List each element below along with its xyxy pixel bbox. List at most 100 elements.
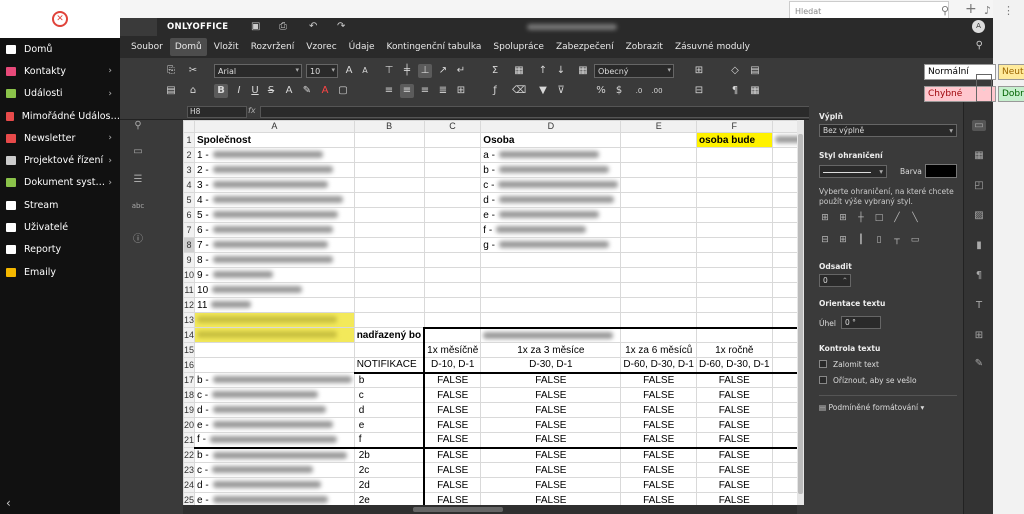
cell-A18[interactable]: c - xyxy=(194,387,355,403)
tab-spolupráce[interactable]: Spolupráce xyxy=(488,38,549,56)
cell-B15[interactable] xyxy=(353,342,425,358)
cut-icon[interactable]: ✂ xyxy=(186,64,200,78)
sidebar-item[interactable]: Domů xyxy=(0,38,120,60)
row-header[interactable]: 16 xyxy=(183,357,196,373)
cell-F18[interactable]: FALSE xyxy=(695,387,773,403)
cell-C8[interactable] xyxy=(423,237,482,253)
align-top-icon[interactable]: ⊤ xyxy=(382,64,396,78)
cell-G2[interactable] xyxy=(771,147,797,163)
border-option-icon[interactable]: ▯ xyxy=(873,234,885,246)
borders-icon[interactable]: ▢ xyxy=(336,84,350,98)
border-option-icon[interactable]: ╲ xyxy=(909,212,921,224)
cell-C20[interactable]: FALSE xyxy=(423,417,482,433)
cell-B20[interactable]: e xyxy=(353,417,425,433)
cell-style-option[interactable]: Dobré xyxy=(998,86,1024,102)
text-orientation-icon[interactable]: ↗ xyxy=(436,64,450,78)
font-name-select[interactable]: Arial ▾ xyxy=(214,64,302,78)
row-header[interactable]: 1 xyxy=(183,132,196,148)
tab-kontingenční-tabulka[interactable]: Kontingenční tabulka xyxy=(382,38,487,56)
cell-C17[interactable]: FALSE xyxy=(423,372,482,388)
more-icon[interactable]: ⋮ xyxy=(1003,4,1014,17)
cell-D6[interactable]: e - xyxy=(480,207,622,223)
cell-A25[interactable]: e - xyxy=(194,492,355,505)
cell-F2[interactable] xyxy=(695,147,773,163)
cell-C3[interactable] xyxy=(423,162,482,178)
cell-C1[interactable] xyxy=(423,132,482,148)
fill-select[interactable]: Bez výplně ▾ xyxy=(819,124,957,137)
row-header[interactable]: 8 xyxy=(183,237,196,253)
row-header[interactable]: 15 xyxy=(183,342,196,358)
format-painter-icon[interactable]: ⌂ xyxy=(186,84,200,98)
sidebar-item[interactable]: Newsletter › xyxy=(0,127,120,149)
sort-asc-icon[interactable]: ↑ xyxy=(536,64,550,78)
delete-cells-icon[interactable]: ⊟ xyxy=(692,84,706,98)
sidebar-item[interactable]: Události › xyxy=(0,83,120,105)
cell-C14[interactable] xyxy=(423,326,482,343)
indent-spinner[interactable]: 0 ⌃ xyxy=(819,274,851,287)
border-line-select[interactable]: ▾ xyxy=(819,165,887,178)
cell-A12[interactable]: 11 xyxy=(194,297,355,313)
cell-G15[interactable]: není potřeba xyxy=(771,342,797,358)
cell-B12[interactable] xyxy=(353,297,425,313)
cell-C23[interactable]: FALSE xyxy=(423,462,482,478)
cell-G17[interactable]: TRUE xyxy=(771,372,797,388)
cell-D11[interactable] xyxy=(480,282,622,298)
row-header[interactable]: 19 xyxy=(183,402,196,418)
italic-button[interactable]: I xyxy=(232,84,246,98)
bell-icon[interactable]: ♪ xyxy=(984,4,991,17)
cell-D10[interactable] xyxy=(480,267,622,283)
textart-settings-icon[interactable]: T xyxy=(972,300,986,311)
row-header[interactable]: 9 xyxy=(183,252,196,268)
tab-zásuvné-moduly[interactable]: Zásuvné moduly xyxy=(670,38,755,56)
border-option-icon[interactable]: ╱ xyxy=(891,212,903,224)
cell-E17[interactable]: FALSE xyxy=(620,372,697,388)
row-header[interactable]: 6 xyxy=(183,207,196,223)
align-right-icon[interactable]: ≡ xyxy=(418,84,432,98)
copy-icon[interactable]: ⎘ xyxy=(164,64,178,78)
save-icon[interactable]: ▣ xyxy=(251,21,260,32)
cell-D17[interactable]: FALSE xyxy=(480,372,622,388)
cell-C2[interactable] xyxy=(423,147,482,163)
cell-F5[interactable] xyxy=(695,192,773,208)
decrease-decimal-icon[interactable]: .0 xyxy=(632,84,646,98)
scroll-thumb[interactable] xyxy=(798,134,803,494)
cell-E8[interactable] xyxy=(620,237,697,253)
cell-E24[interactable]: FALSE xyxy=(620,477,697,493)
sidebar-item[interactable]: Kontakty › xyxy=(0,60,120,82)
cell-F16[interactable]: D-60, D-30, D-1 xyxy=(695,357,773,374)
row-header[interactable]: 4 xyxy=(183,177,196,193)
table-template-icon[interactable]: ▦ xyxy=(576,64,590,78)
sidebar-item[interactable]: Stream xyxy=(0,194,120,216)
cell-G18[interactable]: TRUE xyxy=(771,387,797,403)
crm-logo[interactable]: ✕ xyxy=(0,0,120,38)
vertical-scrollbar[interactable] xyxy=(797,120,804,505)
cell-settings-icon[interactable]: ▭ xyxy=(972,120,986,131)
scroll-thumb[interactable] xyxy=(413,507,503,512)
table-format-icon[interactable]: ▦ xyxy=(748,84,762,98)
cell-D3[interactable]: b - xyxy=(480,162,622,178)
cell-F24[interactable]: FALSE xyxy=(695,477,773,493)
cell-A6[interactable]: 5 - xyxy=(194,207,355,223)
cell-D8[interactable]: g - xyxy=(480,237,622,253)
signature-settings-icon[interactable]: ✎ xyxy=(972,358,986,369)
column-header[interactable]: C xyxy=(423,120,482,133)
cell-E14[interactable] xyxy=(620,326,697,343)
currency-icon[interactable]: $ xyxy=(612,84,626,98)
collapse-sidebar-icon[interactable]: ‹ xyxy=(6,496,11,510)
user-avatar[interactable]: A xyxy=(972,20,985,33)
row-header[interactable]: 10 xyxy=(183,267,196,283)
cell-F6[interactable] xyxy=(695,207,773,223)
cell-E13[interactable] xyxy=(620,312,697,328)
cell-F20[interactable]: FALSE xyxy=(695,417,773,433)
strikethrough-button[interactable]: S xyxy=(264,84,278,98)
spellcheck-icon[interactable]: abc xyxy=(131,202,145,210)
align-center-icon[interactable]: ≡ xyxy=(400,84,414,98)
cell-B2[interactable] xyxy=(353,147,425,163)
tab-vložit[interactable]: Vložit xyxy=(209,38,244,56)
cell-G16[interactable]: - xyxy=(771,357,797,374)
cell-F15[interactable]: 1x ročně xyxy=(695,342,773,358)
cell-C5[interactable] xyxy=(423,192,482,208)
cell-G5[interactable] xyxy=(771,192,797,208)
cell-E1[interactable] xyxy=(620,132,697,148)
justify-icon[interactable]: ≣ xyxy=(436,84,450,98)
